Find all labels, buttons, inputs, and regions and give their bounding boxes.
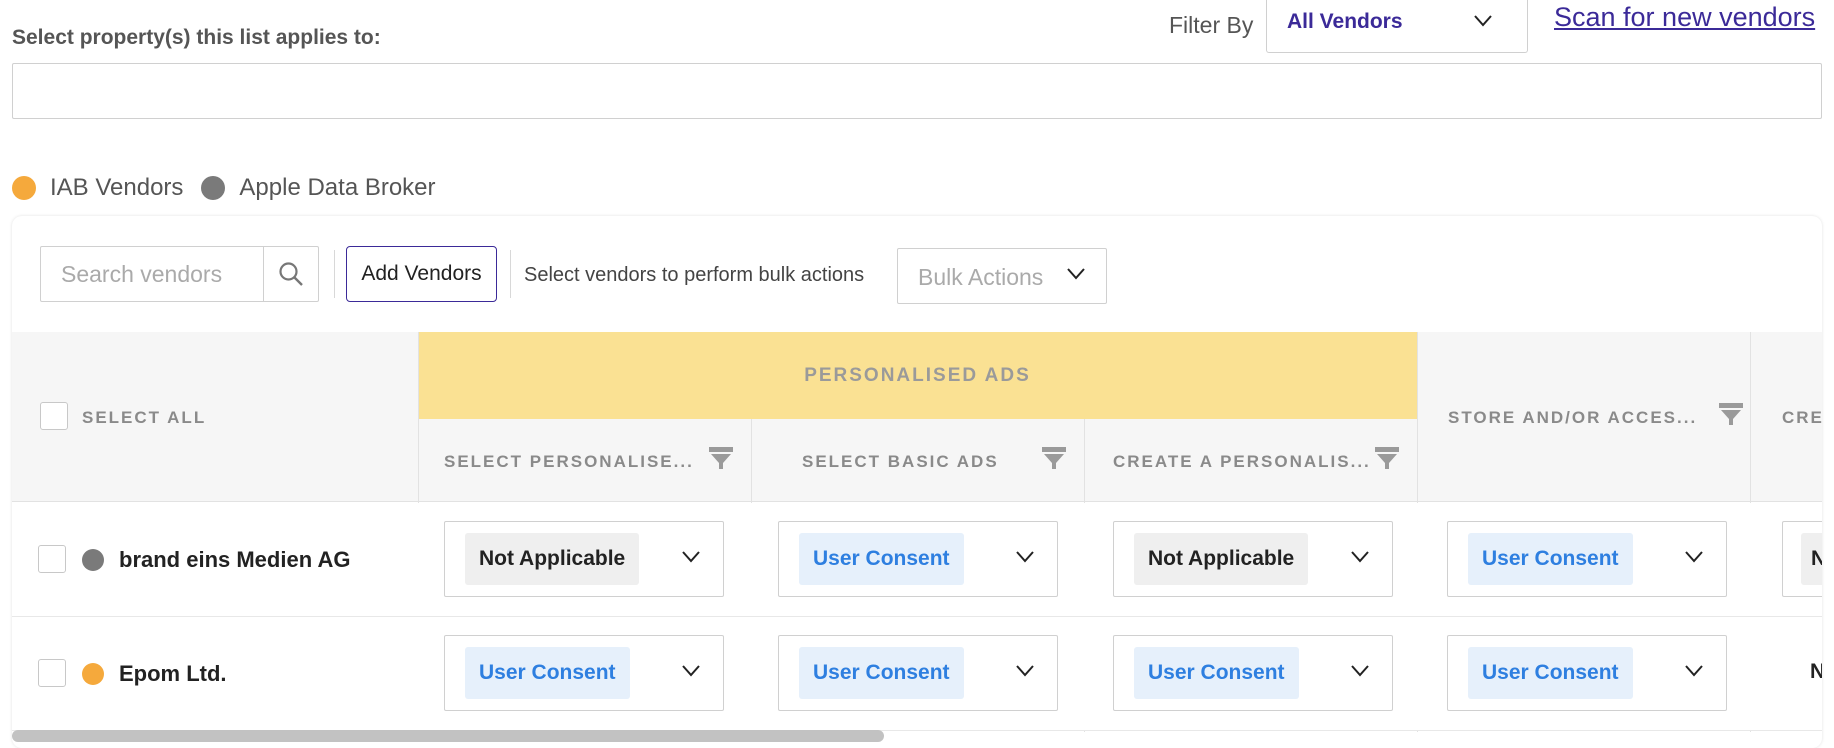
legend-dot-icon: [201, 176, 226, 200]
consent-select[interactable]: User Consent: [778, 635, 1058, 711]
vendor-type-legend: IAB Vendors Apple Data Broker: [12, 174, 454, 202]
legal-basis-value: User Consent: [799, 533, 964, 585]
vendor-list-card: Add Vendors Select vendors to perform bu…: [12, 216, 1822, 748]
column-header: CRE: [1782, 408, 1822, 427]
legal-basis-value: Not Applicable: [1134, 533, 1309, 585]
consent-select[interactable]: N: [1800, 635, 1822, 711]
filter-vendors-select[interactable]: All Vendors: [1266, 0, 1528, 53]
chevron-down-icon: [1016, 665, 1034, 677]
legal-basis-value: N: [1801, 533, 1822, 585]
toolbar-divider: [510, 250, 511, 298]
legal-basis-value: N: [1810, 660, 1822, 683]
property-select-input[interactable]: [12, 63, 1822, 119]
select-all-label: SELECT ALL: [82, 408, 207, 427]
legend-dot-icon: [12, 176, 36, 200]
consent-select[interactable]: User Consent: [1447, 521, 1727, 597]
search-field: [40, 246, 264, 302]
consent-select[interactable]: User Consent: [778, 521, 1058, 597]
legal-basis-value: User Consent: [1468, 533, 1633, 585]
legal-basis-value: User Consent: [465, 647, 630, 699]
consent-select[interactable]: User Consent: [444, 635, 724, 711]
filter-funnel-icon[interactable]: [1718, 402, 1744, 426]
vendor-name: brand eins Medien AG: [119, 547, 351, 572]
column-header: SELECT BASIC ADS: [802, 452, 999, 471]
filter-value: All Vendors: [1287, 10, 1403, 33]
legal-basis-value: User Consent: [1134, 647, 1299, 699]
select-all-checkbox[interactable]: [40, 402, 68, 430]
vendor-name: Epom Ltd.: [119, 661, 227, 686]
column-header: CREATE A PERSONALIS...: [1113, 452, 1371, 471]
chevron-down-icon: [1351, 665, 1369, 677]
table-row: Epom Ltd. User Consent User Consent User…: [12, 617, 1822, 731]
chevron-down-icon: [682, 551, 700, 563]
table-row: brand eins Medien AG Not Applicable User…: [12, 503, 1822, 617]
bulk-actions-placeholder: Bulk Actions: [918, 264, 1044, 290]
vendor-type-dot-icon: [82, 549, 104, 571]
bulk-actions-select[interactable]: Bulk Actions: [897, 248, 1107, 304]
horizontal-scrollbar[interactable]: [12, 730, 884, 742]
filter-funnel-icon[interactable]: [1374, 446, 1400, 470]
legal-basis-value: User Consent: [799, 647, 964, 699]
filter-label: Filter By: [1169, 12, 1254, 38]
consent-select[interactable]: N: [1782, 521, 1822, 597]
consent-select[interactable]: User Consent: [1447, 635, 1727, 711]
search-vendors-input[interactable]: [41, 247, 263, 301]
column-header: SELECT PERSONALISE...: [444, 452, 694, 471]
row-checkbox[interactable]: [38, 659, 66, 687]
consent-select[interactable]: Not Applicable: [444, 521, 724, 597]
add-vendors-button[interactable]: Add Vendors: [346, 246, 497, 302]
consent-select[interactable]: Not Applicable: [1113, 521, 1393, 597]
property-label: Select property(s) this list applies to:: [12, 26, 381, 49]
toolbar-divider: [334, 250, 335, 298]
legend-label: Apple Data Broker: [239, 174, 436, 201]
legal-basis-value: User Consent: [1468, 647, 1633, 699]
chevron-down-icon: [1351, 551, 1369, 563]
column-header: STORE AND/OR ACCES...: [1448, 408, 1698, 427]
chevron-down-icon: [682, 665, 700, 677]
search-button[interactable]: [263, 246, 319, 302]
bulk-actions-hint: Select vendors to perform bulk actions: [524, 264, 865, 286]
search-icon: [279, 262, 303, 286]
row-checkbox[interactable]: [38, 545, 66, 573]
purpose-group-header: PERSONALISED ADS: [418, 332, 1417, 419]
legend-item-iab: IAB Vendors: [12, 174, 183, 202]
chevron-down-icon: [1067, 268, 1085, 280]
legend-item-apple: Apple Data Broker: [201, 174, 436, 202]
filter-funnel-icon[interactable]: [1041, 446, 1067, 470]
legend-label: IAB Vendors: [50, 174, 184, 201]
consent-select[interactable]: User Consent: [1113, 635, 1393, 711]
vendor-type-dot-icon: [82, 663, 104, 685]
legal-basis-value: Not Applicable: [465, 533, 640, 585]
scan-vendors-link[interactable]: Scan for new vendors: [1554, 2, 1815, 33]
chevron-down-icon: [1685, 551, 1703, 563]
filter-funnel-icon[interactable]: [708, 446, 734, 470]
chevron-down-icon: [1016, 551, 1034, 563]
chevron-down-icon: [1685, 665, 1703, 677]
chevron-down-icon: [1474, 15, 1492, 27]
